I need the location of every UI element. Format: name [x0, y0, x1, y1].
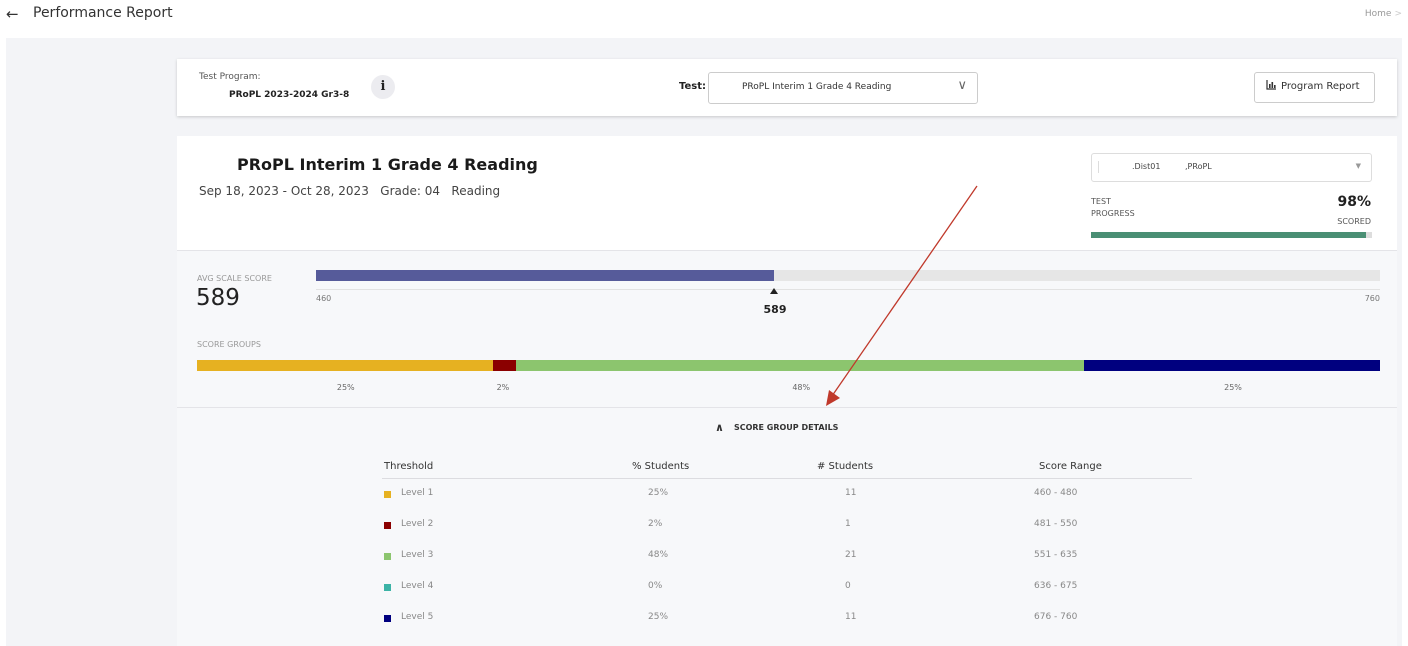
bar-chart-icon	[1266, 80, 1277, 93]
cell-num-students: 11	[845, 488, 857, 498]
cell-level: Level 1	[401, 488, 434, 498]
cell-level: Level 2	[401, 519, 434, 529]
level-color-swatch	[384, 491, 391, 498]
report-card: PRoPL Interim 1 Grade 4 Reading Sep 18, …	[177, 136, 1397, 646]
avg-scale-score-fill	[316, 270, 774, 281]
cell-pct-students: 2%	[648, 519, 663, 529]
score-marker-icon	[769, 288, 778, 294]
cell-num-students: 1	[845, 519, 851, 529]
column-header-threshold: Threshold	[384, 461, 434, 472]
breadcrumb-home-link[interactable]: Home	[1365, 9, 1392, 19]
avg-scale-max: 760	[1364, 294, 1380, 303]
column-header-num-students: # Students	[817, 461, 874, 472]
page-title: Performance Report	[33, 5, 173, 21]
report-title: PRoPL Interim 1 Grade 4 Reading	[237, 155, 538, 174]
cell-score-range: 676 - 760	[1034, 612, 1078, 622]
cell-level: Level 5	[401, 612, 434, 622]
cell-score-range: 551 - 635	[1034, 550, 1078, 560]
chevron-down-icon: ▼	[1355, 162, 1361, 170]
score-group-segment-5	[1084, 360, 1380, 371]
cell-level: Level 4	[401, 581, 434, 591]
report-card-header: PRoPL Interim 1 Grade 4 Reading Sep 18, …	[177, 136, 1397, 251]
org-select[interactable]: .Dist01 ,PRoPL ▼	[1091, 153, 1372, 182]
avg-scale-min: 460	[316, 294, 332, 303]
chevron-down-icon: ∨	[957, 78, 967, 93]
test-label: Test:	[679, 81, 707, 92]
avg-scale-score-bar	[316, 270, 1380, 281]
cell-pct-students: 25%	[648, 612, 669, 622]
score-group-percent-1: 25%	[336, 383, 355, 392]
cell-score-range: 460 - 480	[1034, 488, 1078, 498]
score-groups-label: SCORE GROUPS	[197, 340, 261, 349]
test-progress-fill	[1091, 232, 1367, 238]
level-color-swatch	[384, 553, 391, 560]
program-report-button[interactable]: Program Report	[1254, 72, 1375, 103]
report-meta: Sep 18, 2023 - Oct 28, 2023 Grade: 04 Re…	[199, 184, 501, 198]
level-color-swatch	[384, 522, 391, 529]
avg-scale-score-label: AVG SCALE SCORE	[197, 274, 272, 283]
level-color-swatch	[384, 615, 391, 622]
cell-pct-students: 48%	[648, 550, 669, 560]
cell-num-students: 11	[845, 612, 857, 622]
score-group-percent-3: 48%	[792, 383, 811, 392]
cell-num-students: 0	[845, 581, 851, 591]
score-group-details-toggle[interactable]: ∧ SCORE GROUP DETAILS	[715, 421, 838, 434]
test-progress-percent: 98%	[1337, 194, 1371, 210]
info-icon[interactable]: i	[371, 75, 395, 99]
level-color-swatch	[384, 584, 391, 591]
breadcrumb-separator: >	[1394, 9, 1402, 19]
test-program-label: Test Program:	[199, 72, 261, 82]
avg-scale-axis	[316, 289, 1380, 290]
org-select-divider	[1098, 161, 1099, 173]
chevron-up-icon: ∧	[715, 421, 724, 434]
program-report-label: Program Report	[1281, 81, 1360, 92]
test-program-value[interactable]: PRoPL 2023-2024 Gr3-8	[229, 90, 349, 100]
back-arrow-icon[interactable]: ←	[6, 6, 19, 22]
cell-level: Level 3	[401, 550, 434, 560]
cell-score-range: 481 - 550	[1034, 519, 1078, 529]
score-group-segment-2	[492, 360, 517, 371]
test-select[interactable]: PRoPL Interim 1 Grade 4 Reading ∨	[708, 72, 978, 104]
cell-score-range: 636 - 675	[1034, 581, 1078, 591]
score-group-percent-5: 25%	[1224, 383, 1242, 392]
test-select-value: PRoPL Interim 1 Grade 4 Reading	[742, 82, 892, 92]
cell-pct-students: 0%	[648, 581, 663, 591]
test-progress-bar	[1091, 232, 1372, 238]
cell-pct-students: 25%	[648, 488, 669, 498]
score-group-segment-1	[197, 360, 493, 371]
column-header-score-range: Score Range	[1039, 461, 1102, 472]
score-groups-bar	[197, 360, 1380, 371]
org-select-district: .Dist01	[1132, 162, 1161, 171]
cell-num-students: 21	[845, 550, 857, 560]
score-group-details-label: SCORE GROUP DETAILS	[733, 423, 839, 432]
table-header-divider	[382, 478, 1192, 479]
test-progress-label: TEST PROGRESS	[1091, 197, 1135, 218]
score-group-segment-3	[516, 360, 1085, 371]
score-marker-value: 589	[763, 303, 787, 316]
column-header-pct-students: % Students	[632, 461, 690, 472]
breadcrumb: Home >	[1365, 9, 1402, 19]
org-select-program: ,PRoPL	[1185, 162, 1212, 171]
avg-scale-score-value: 589	[196, 285, 240, 311]
score-group-percent-2: 2%	[496, 383, 510, 392]
section-divider	[177, 407, 1397, 408]
top-bar: ← Performance Report Home >	[0, 0, 1408, 34]
test-progress-status: SCORED	[1337, 217, 1371, 226]
filter-bar: Test Program: PRoPL 2023-2024 Gr3-8 i Te…	[177, 59, 1397, 116]
